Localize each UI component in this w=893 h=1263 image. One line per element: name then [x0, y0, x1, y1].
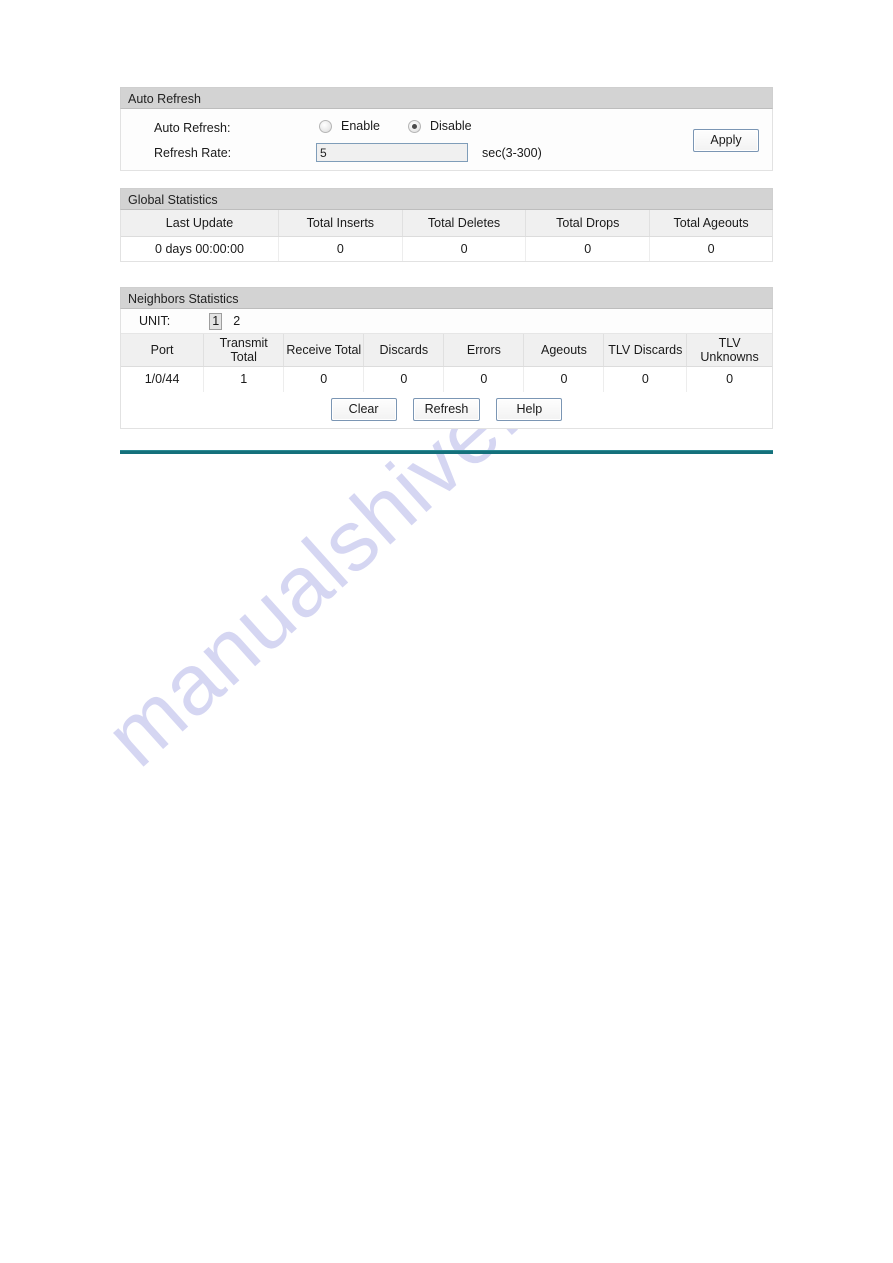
column-header-transmit-total: Transmit Total [203, 334, 285, 367]
column-header-errors: Errors [443, 334, 525, 367]
cell-total-deletes: 0 [402, 236, 527, 261]
cell-tlv-unknowns: 0 [686, 366, 772, 392]
column-header-total-drops: Total Drops [525, 210, 651, 237]
clear-button[interactable]: Clear [330, 398, 397, 421]
neighbors-statistics-panel-body: UNIT: 1 2 Port Transmit Total Receive To… [120, 309, 773, 429]
auto-refresh-panel-title: Auto Refresh [120, 87, 773, 109]
refresh-button[interactable]: Refresh [412, 398, 481, 421]
global-statistics-header-row: Last Update Total Inserts Total Deletes … [121, 210, 772, 237]
global-statistics-panel-title: Global Statistics [120, 188, 773, 210]
column-header-last-update: Last Update [121, 210, 280, 237]
auto-refresh-option-enable[interactable]: Enable [319, 119, 380, 133]
cell-last-update: 0 days 00:00:00 [121, 236, 280, 261]
unit-option-1[interactable]: 1 [209, 312, 223, 330]
cell-port: 1/0/44 [121, 366, 205, 392]
column-header-total-deletes: Total Deletes [402, 210, 527, 237]
apply-button[interactable]: Apply [693, 129, 759, 152]
auto-refresh-radio-group: Enable Disable [319, 119, 500, 133]
column-header-total-ageouts: Total Ageouts [649, 210, 772, 237]
global-statistics-panel-body: Last Update Total Inserts Total Deletes … [120, 210, 773, 262]
column-header-port: Port [121, 334, 205, 367]
cell-receive-total: 0 [283, 366, 365, 392]
column-header-ageouts: Ageouts [523, 334, 605, 367]
lldp-statistics-page: Auto Refresh Auto Refresh: Enable Disabl… [0, 0, 893, 1263]
auto-refresh-panel-body: Auto Refresh: Enable Disable Refresh Rat… [120, 109, 773, 171]
cell-total-ageouts: 0 [649, 236, 772, 261]
neighbors-statistics-table: Port Transmit Total Receive Total Discar… [121, 334, 772, 392]
column-header-receive-total: Receive Total [283, 334, 365, 367]
neighbors-statistics-header-row: Port Transmit Total Receive Total Discar… [121, 334, 772, 367]
cell-transmit-total: 1 [203, 366, 285, 392]
column-header-tlv-discards: TLV Discards [603, 334, 688, 367]
global-statistics-panel: Global Statistics Last Update Total Inse… [120, 188, 773, 262]
auto-refresh-field-label: Auto Refresh: [154, 121, 231, 135]
action-button-row: Clear Refresh Help [121, 391, 772, 428]
neighbors-statistics-panel-title: Neighbors Statistics [120, 287, 773, 309]
refresh-rate-field-label: Refresh Rate: [154, 146, 232, 160]
column-header-discards: Discards [363, 334, 445, 367]
auto-refresh-option-disable-label: Disable [429, 119, 472, 133]
column-header-tlv-unknowns: TLV Unknowns [686, 334, 772, 367]
radio-enable-icon[interactable] [319, 119, 332, 133]
cell-errors: 0 [443, 366, 525, 392]
table-row: 0 days 00:00:00 0 0 0 0 [121, 236, 772, 261]
cell-discards: 0 [363, 366, 445, 392]
help-button[interactable]: Help [496, 398, 563, 421]
global-statistics-table: Last Update Total Inserts Total Deletes … [121, 210, 772, 261]
cell-total-inserts: 0 [278, 236, 403, 261]
radio-disable-icon[interactable] [407, 119, 421, 133]
unit-option-2[interactable]: 2 [230, 314, 243, 329]
refresh-rate-input[interactable] [316, 143, 468, 162]
auto-refresh-option-disable[interactable]: Disable [407, 119, 472, 133]
unit-selector-row: UNIT: 1 2 [121, 309, 772, 334]
refresh-rate-unit-hint: sec(3-300) [482, 146, 542, 160]
auto-refresh-option-enable-label: Enable [341, 119, 380, 133]
cell-tlv-discards: 0 [603, 366, 688, 392]
unit-label: UNIT: [139, 314, 171, 328]
column-header-total-inserts: Total Inserts [278, 210, 403, 237]
cell-ageouts: 0 [523, 366, 605, 392]
neighbors-statistics-panel: Neighbors Statistics UNIT: 1 2 Port Tran… [120, 287, 773, 429]
cell-total-drops: 0 [525, 236, 651, 261]
auto-refresh-panel: Auto Refresh Auto Refresh: Enable Disabl… [120, 87, 773, 171]
bottom-divider [120, 450, 773, 454]
table-row: 1/0/44 1 0 0 0 0 0 0 [121, 366, 772, 392]
